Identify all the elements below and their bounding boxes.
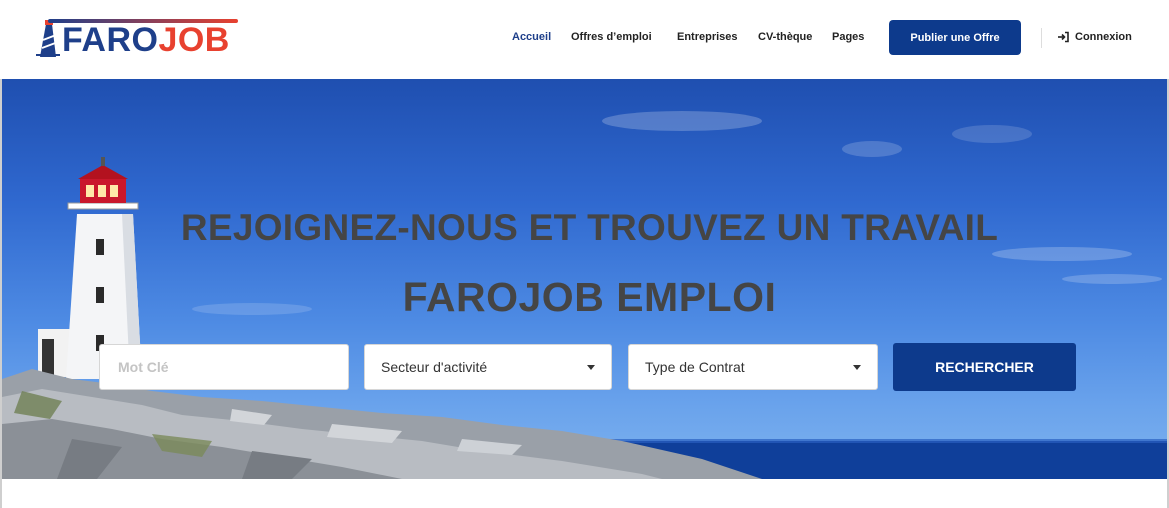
hero-section: REJOIGNEZ-NOUS ET TROUVEZ UN TRAVAIL FAR…: [2, 79, 1167, 479]
hero-title: REJOIGNEZ-NOUS ET TROUVEZ UN TRAVAIL: [180, 207, 999, 248]
login-label: Connexion: [1075, 31, 1132, 43]
sector-select[interactable]: Secteur d'activité: [364, 344, 612, 390]
keyword-search-input[interactable]: [99, 344, 349, 390]
search-button[interactable]: RECHERCHER: [893, 343, 1076, 391]
chevron-down-icon: [853, 364, 861, 370]
logo-text-job: JOB: [158, 21, 230, 59]
site-logo[interactable]: FAROJOB: [34, 16, 244, 60]
nav-item-offres-emploi[interactable]: Offres d’emploi: [571, 31, 652, 43]
contract-type-select[interactable]: Type de Contrat: [628, 344, 878, 390]
logo-wordmark: FAROJOB: [62, 22, 230, 58]
logo-text-faro: FARO: [62, 21, 159, 59]
hero-subtitle: FAROJOB EMPLOI: [402, 274, 777, 320]
sign-in-icon: [1058, 31, 1069, 43]
nav-item-cv-theque[interactable]: CV-thèque: [758, 31, 812, 43]
publish-offer-button[interactable]: Publier une Offre: [889, 20, 1021, 55]
site-header: FAROJOB Accueil Offres d’emploi Entrepri…: [0, 0, 1169, 79]
login-link[interactable]: Connexion: [1057, 31, 1132, 43]
chevron-down-icon: [587, 364, 595, 370]
nav-item-accueil[interactable]: Accueil: [512, 31, 551, 43]
lighthouse-logo-icon: [36, 20, 60, 57]
header-divider: [1041, 28, 1042, 48]
contract-type-select-value: Type de Contrat: [645, 359, 745, 375]
sector-select-value: Secteur d'activité: [381, 359, 488, 375]
nav-item-entreprises[interactable]: Entreprises: [677, 31, 738, 43]
nav-item-pages[interactable]: Pages: [832, 31, 864, 43]
